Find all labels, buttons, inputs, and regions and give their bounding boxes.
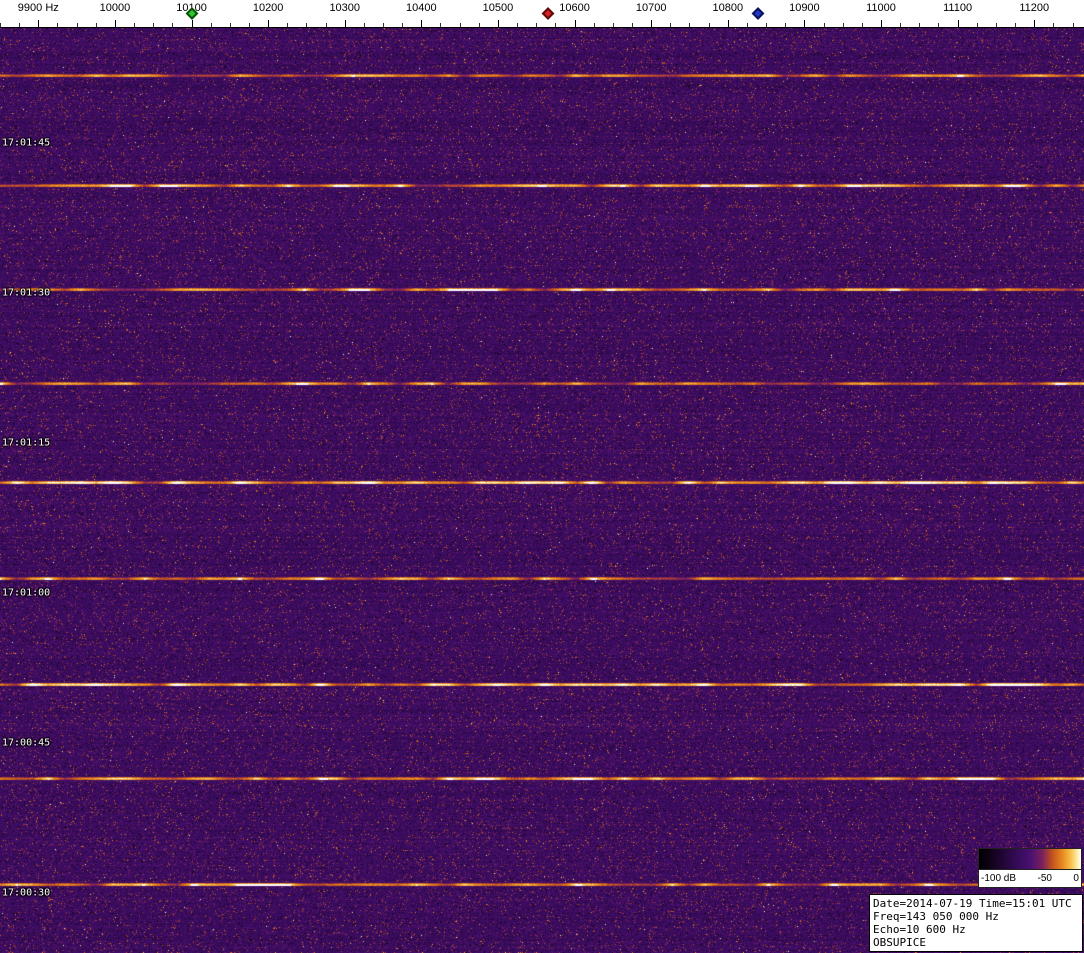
freq-tick-major (114, 20, 116, 27)
spectrogram-window: 9900 Hz100001010010200103001040010500106… (0, 0, 1084, 953)
freq-tick-major (1034, 20, 1036, 27)
freq-tick-minor (517, 23, 519, 27)
freq-tick-minor (172, 23, 174, 27)
freq-tick-minor (440, 23, 442, 27)
colormap-gradient (979, 849, 1081, 870)
freq-tick-minor (153, 23, 155, 27)
freq-tick-minor (785, 23, 787, 27)
freq-tick-major (574, 20, 576, 27)
freq-tick-minor (325, 23, 327, 27)
freq-tick-minor (919, 23, 921, 27)
freq-tick-label: 11200 (1019, 2, 1050, 14)
freq-tick-minor (900, 23, 902, 27)
freq-tick-major (344, 20, 346, 27)
freq-tick-label: 11000 (866, 2, 896, 14)
freq-tick-major (497, 20, 499, 27)
freq-tick-minor (57, 23, 59, 27)
freq-tick-minor (861, 23, 863, 27)
freq-tick-minor (536, 23, 538, 27)
freq-tick-label: 10300 (329, 2, 361, 14)
freq-tick-major (651, 20, 653, 27)
freq-tick-minor (976, 23, 978, 27)
freq-tick-minor (229, 23, 231, 27)
freq-tick-major (957, 20, 959, 27)
freq-tick-minor (632, 23, 633, 27)
freq-tick-minor (248, 23, 250, 27)
freq-tick-label: 10000 (99, 2, 131, 14)
legend-label-row: -100 dB -50 0 (979, 870, 1081, 886)
freq-tick-minor (670, 23, 672, 27)
freq-tick-label: 10400 (406, 2, 437, 14)
freq-tick-label: 10700 (635, 2, 667, 14)
frequency-ruler[interactable]: 9900 Hz100001010010200103001040010500106… (0, 0, 1084, 28)
freq-tick-minor (95, 23, 97, 27)
freq-tick-minor (478, 23, 480, 27)
marker-blue[interactable] (752, 7, 765, 20)
freq-tick-minor (708, 23, 710, 27)
freq-tick-label: 9900 Hz (17, 2, 59, 14)
freq-tick-minor (823, 23, 825, 27)
freq-tick-label: 10200 (252, 2, 284, 14)
freq-tick-minor (19, 23, 21, 27)
freq-tick-major (804, 20, 806, 27)
freq-tick-minor (689, 23, 691, 27)
freq-tick-minor (1053, 23, 1055, 27)
freq-tick-major (268, 20, 270, 27)
freq-tick-major (191, 20, 193, 27)
info-date-time: Date=2014-07-19 Time=15:01 UTC (873, 897, 1072, 910)
freq-tick-label: 10500 (482, 2, 514, 14)
freq-tick-minor (383, 23, 385, 27)
freq-tick-minor (363, 23, 365, 27)
freq-tick-minor (766, 23, 768, 27)
freq-tick-minor (1015, 23, 1017, 27)
freq-tick-minor (287, 23, 289, 27)
freq-tick-minor (555, 23, 557, 27)
freq-tick-minor (593, 23, 595, 27)
freq-tick-label: 10800 (712, 2, 744, 14)
marker-red[interactable] (541, 7, 555, 20)
freq-tick-minor (459, 23, 461, 27)
freq-tick-minor (210, 23, 212, 27)
info-frequency: Freq=143 050 000 Hz (873, 910, 999, 923)
freq-tick-minor (842, 23, 844, 27)
freq-tick-minor (995, 23, 997, 27)
freq-tick-label: 10900 (789, 2, 820, 14)
waterfall-canvas[interactable] (0, 28, 1084, 953)
freq-tick-minor (746, 23, 748, 27)
freq-tick-major (421, 20, 423, 27)
intensity-legend: -100 dB -50 0 (978, 848, 1082, 888)
freq-tick-minor (1072, 23, 1074, 27)
info-echo: Echo=10 600 Hz (873, 923, 966, 936)
freq-tick-minor (306, 23, 308, 27)
freq-tick-label: 11100 (943, 2, 973, 14)
legend-label-max: 0 (1073, 872, 1079, 884)
observation-info-box: Date=2014-07-19 Time=15:01 UTC Freq=143 … (869, 894, 1083, 952)
freq-tick-minor (938, 23, 940, 27)
freq-tick-major (880, 20, 882, 27)
freq-tick-minor (402, 23, 404, 27)
freq-tick-major (727, 20, 729, 27)
legend-label-min: -100 dB (981, 872, 1017, 884)
freq-tick-minor (134, 23, 136, 27)
freq-tick-label: 10600 (559, 2, 590, 14)
freq-tick-minor (612, 23, 614, 27)
info-station: OBSUPICE (873, 936, 926, 949)
freq-tick-minor (0, 23, 1, 27)
freq-tick-major (38, 20, 40, 27)
freq-tick-minor (76, 23, 78, 27)
legend-label-mid: -50 (1037, 872, 1052, 884)
